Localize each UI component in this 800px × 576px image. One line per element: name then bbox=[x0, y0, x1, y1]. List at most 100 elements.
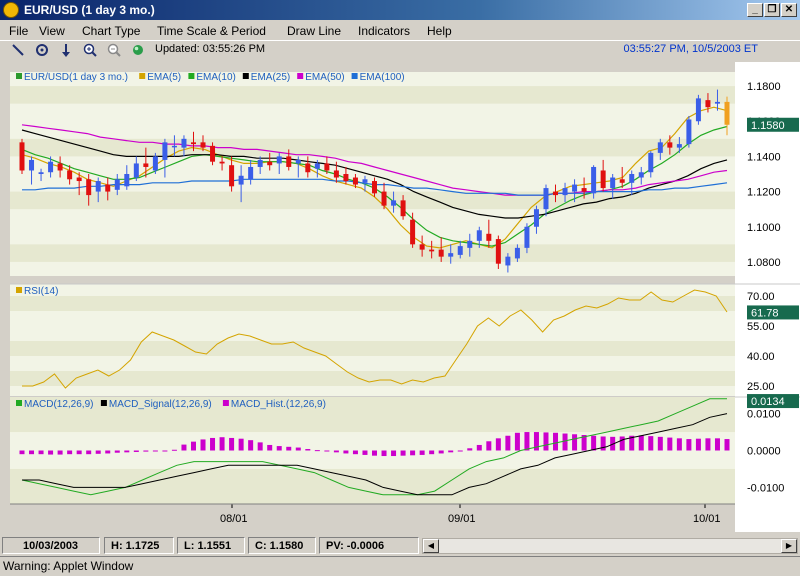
window-title: EUR/USD (1 day 3 mo.) bbox=[24, 3, 155, 17]
minimize-button[interactable]: _ bbox=[747, 3, 763, 17]
macd-hist-bar bbox=[190, 441, 196, 451]
menu-chart-type[interactable]: Chart Type bbox=[82, 24, 140, 38]
macd-tick-label: -0.0100 bbox=[747, 482, 784, 494]
updated-time: Updated: 03:55:26 PM bbox=[155, 43, 266, 55]
legend-label: EMA(10) bbox=[196, 72, 235, 83]
candle-body bbox=[333, 170, 339, 178]
candle-body bbox=[171, 145, 177, 148]
refresh-icon[interactable] bbox=[130, 42, 146, 58]
macd-hist-bar bbox=[591, 435, 597, 451]
legend-label: EMA(25) bbox=[251, 72, 290, 83]
menu-time-scale[interactable]: Time Scale & Period bbox=[157, 24, 266, 38]
macd-tick-label: 0.0100 bbox=[747, 409, 781, 421]
chart-svg[interactable]: 1.18001.16001.14001.12001.10001.0800EUR/… bbox=[10, 62, 800, 532]
close-button[interactable]: ✕ bbox=[781, 3, 797, 17]
macd-band bbox=[10, 468, 735, 504]
macd-hist-bar bbox=[257, 442, 263, 451]
candle-body bbox=[381, 191, 387, 206]
price-tick-label: 1.1400 bbox=[747, 151, 781, 163]
candle-body bbox=[190, 142, 196, 145]
macd-hist-bar bbox=[229, 437, 235, 451]
macd-hist-bar bbox=[400, 450, 406, 456]
candle-body bbox=[448, 253, 454, 257]
macd-hist-bar bbox=[457, 450, 463, 452]
macd-hist-bar bbox=[486, 441, 492, 451]
candle-body bbox=[495, 239, 501, 264]
status-close: C: 1.1580 bbox=[248, 537, 316, 554]
scroll-left-icon[interactable]: ◀ bbox=[423, 539, 439, 553]
candle-body bbox=[581, 188, 587, 192]
macd-hist-bar bbox=[48, 450, 54, 455]
rsi-band bbox=[10, 371, 735, 386]
menu-help[interactable]: Help bbox=[427, 24, 452, 38]
candle-body bbox=[572, 184, 578, 192]
candle-body bbox=[114, 179, 120, 190]
x-tick-label: 10/01 bbox=[693, 513, 721, 525]
candle-body bbox=[467, 240, 473, 248]
candle-body bbox=[257, 159, 263, 167]
price-band bbox=[10, 191, 735, 210]
macd-hist-bar bbox=[276, 446, 282, 451]
macd-hist-bar bbox=[210, 437, 216, 451]
macd-hist-bar bbox=[29, 450, 35, 455]
candle-body bbox=[410, 219, 416, 245]
macd-hist-bar bbox=[467, 448, 473, 451]
draw-line-icon[interactable] bbox=[10, 42, 26, 58]
menu-view[interactable]: View bbox=[39, 24, 65, 38]
arrow-down-icon[interactable] bbox=[58, 42, 74, 58]
macd-hist-bar bbox=[162, 450, 168, 452]
candle-body bbox=[181, 138, 187, 148]
candle-body bbox=[372, 181, 377, 194]
candle-body bbox=[629, 174, 635, 183]
price-tick-label: 1.1800 bbox=[747, 81, 781, 93]
menu-file[interactable]: File bbox=[9, 24, 28, 38]
legend-swatch bbox=[188, 73, 195, 79]
status-date: 10/03/2003 bbox=[2, 537, 100, 554]
status-pv: PV: -0.0006 bbox=[319, 537, 419, 554]
candle-body bbox=[362, 179, 368, 183]
candle-body bbox=[105, 184, 111, 192]
candle-body bbox=[124, 174, 130, 187]
candle-body bbox=[686, 119, 692, 145]
macd-hist-bar bbox=[38, 450, 44, 455]
macd-hist-bar bbox=[553, 432, 559, 451]
macd-hist-bar bbox=[476, 444, 482, 451]
zoom-out-icon[interactable] bbox=[106, 42, 122, 58]
candle-body bbox=[314, 163, 320, 169]
scroll-right-icon[interactable]: ▶ bbox=[781, 539, 797, 553]
macd-hist-bar bbox=[305, 449, 311, 451]
macd-hist-bar bbox=[667, 437, 673, 451]
macd-hist-bar bbox=[114, 450, 120, 453]
legend-swatch bbox=[351, 73, 358, 79]
crosshair-icon[interactable] bbox=[34, 42, 50, 58]
macd-hist-bar bbox=[676, 438, 682, 451]
maximize-button[interactable]: ❐ bbox=[764, 3, 780, 17]
candle-body bbox=[429, 249, 435, 252]
macd-hist-bar bbox=[181, 444, 187, 451]
candle-body bbox=[48, 161, 54, 173]
rsi-tick-label: 55.00 bbox=[747, 321, 775, 333]
rsi-tick-label: 70.00 bbox=[747, 291, 775, 303]
horizontal-scrollbar[interactable]: ◀ ▶ bbox=[422, 538, 798, 554]
legend-swatch bbox=[242, 73, 249, 79]
macd-hist-bar bbox=[714, 438, 720, 451]
rsi-tick-label: 25.00 bbox=[747, 381, 775, 393]
macd-hist-bar bbox=[648, 436, 654, 451]
candle-body bbox=[676, 144, 682, 148]
macd-hist-bar bbox=[419, 450, 425, 455]
zoom-in-icon[interactable] bbox=[82, 42, 98, 58]
menu-indicators[interactable]: Indicators bbox=[358, 24, 410, 38]
candle-body bbox=[619, 179, 625, 183]
candle-body bbox=[419, 244, 425, 250]
macd-hist-bar bbox=[76, 450, 82, 455]
macd-hist-bar bbox=[324, 450, 330, 452]
chart-area[interactable]: 1.18001.16001.14001.12001.10001.0800EUR/… bbox=[10, 62, 800, 532]
macd-hist-bar bbox=[133, 450, 139, 452]
macd-legend: MACD_Signal(12,26,9) bbox=[109, 399, 212, 410]
menu-draw-line[interactable]: Draw Line bbox=[287, 24, 341, 38]
candle-body bbox=[352, 177, 358, 185]
macd-hist-bar bbox=[638, 435, 644, 451]
candle-body bbox=[667, 142, 673, 148]
price-band bbox=[10, 244, 735, 262]
macd-hist-bar bbox=[695, 438, 701, 451]
